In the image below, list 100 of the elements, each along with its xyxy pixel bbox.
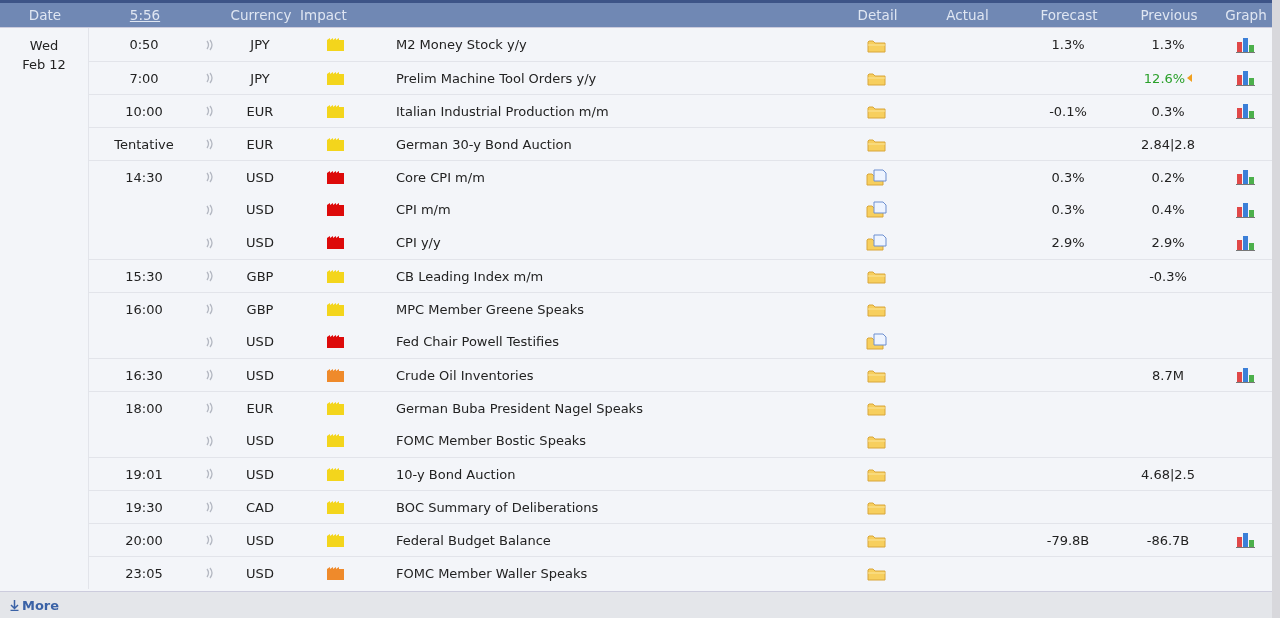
forecast-value: 1.3% [1050, 37, 1086, 52]
weekday: Wed [29, 37, 59, 55]
column-header: Currency [229, 7, 293, 23]
sound-icon[interactable] [206, 236, 214, 249]
folder-icon[interactable] [867, 268, 886, 284]
column-header: Previous [1139, 7, 1199, 23]
event-name[interactable]: FOMC Member Waller Speaks [371, 565, 839, 581]
previous-value: 0.2% [1151, 169, 1185, 185]
date: Feb 12 [22, 56, 66, 74]
forecast-value: 0.3% [1050, 169, 1086, 185]
event-time: 18:00 [124, 400, 164, 416]
folder-document-icon[interactable] [866, 234, 887, 251]
bar-chart-icon[interactable] [1235, 36, 1255, 53]
event-name[interactable]: M2 Money Stock y/y [371, 37, 839, 52]
folder-icon[interactable] [867, 400, 886, 416]
sound-icon[interactable] [206, 501, 214, 513]
folder-icon[interactable] [867, 466, 886, 482]
sound-icon[interactable] [206, 270, 214, 282]
currency: USD [245, 565, 275, 581]
event-time: 15:30 [124, 268, 164, 284]
event-name[interactable]: FOMC Member Bostic Speaks [371, 433, 839, 448]
sound-icon[interactable] [206, 468, 214, 480]
event-name[interactable]: CPI m/m [371, 202, 839, 217]
event-time: 16:00 [124, 301, 164, 317]
more-link[interactable]: More [10, 597, 60, 613]
sound-icon[interactable] [206, 303, 214, 315]
sound-icon[interactable] [206, 72, 214, 84]
folder-icon[interactable] [867, 499, 886, 515]
event-time: 10:00 [124, 103, 164, 119]
event-time: 19:30 [124, 499, 164, 515]
sound-icon[interactable] [206, 105, 214, 117]
currency: USD [245, 169, 275, 185]
event-name[interactable]: 10-y Bond Auction [371, 466, 839, 482]
currency: USD [245, 433, 275, 448]
column-header: Graph [1224, 7, 1268, 23]
sound-icon[interactable] [206, 203, 214, 216]
previous-value: 2.9% [1151, 235, 1185, 250]
forecast-value: 0.3% [1050, 202, 1086, 217]
event-name[interactable]: Crude Oil Inventories [371, 367, 839, 383]
bar-chart-icon[interactable] [1235, 201, 1255, 218]
download-icon [10, 599, 19, 611]
forecast-value: 2.9% [1050, 235, 1086, 250]
sound-icon[interactable] [206, 335, 214, 348]
bar-chart-icon[interactable] [1235, 532, 1255, 548]
sound-icon[interactable] [206, 402, 214, 414]
sound-icon[interactable] [206, 434, 214, 447]
previous-value: 4.68|2.5 [1141, 466, 1195, 482]
folder-icon[interactable] [867, 367, 886, 383]
folder-icon[interactable] [867, 532, 886, 548]
event-name[interactable]: CPI y/y [371, 235, 839, 250]
bar-chart-icon[interactable] [1235, 103, 1255, 119]
currency: EUR [245, 400, 275, 416]
previous-value: -86.7B [1146, 532, 1190, 548]
currency: CAD [245, 499, 275, 515]
currency: GBP [245, 301, 275, 317]
currency: JPY [248, 37, 271, 52]
sound-icon[interactable] [206, 534, 214, 546]
sound-icon[interactable] [206, 369, 214, 381]
folder-icon[interactable] [867, 565, 886, 581]
column-header: Impact [300, 7, 348, 23]
previous-value: -0.3% [1149, 268, 1187, 284]
folder-icon[interactable] [867, 103, 886, 119]
previous-value: 12.6% [1143, 70, 1186, 86]
event-name[interactable]: German 30-y Bond Auction [371, 136, 839, 152]
folder-document-icon[interactable] [866, 333, 887, 350]
currency: USD [245, 334, 275, 349]
sound-icon[interactable] [206, 567, 214, 579]
event-time: 7:00 [128, 70, 160, 86]
bar-chart-icon[interactable] [1235, 70, 1255, 86]
bar-chart-icon[interactable] [1235, 367, 1255, 383]
currency: USD [245, 532, 275, 548]
sound-icon[interactable] [206, 138, 214, 150]
event-time: 16:30 [124, 367, 164, 383]
event-name[interactable]: BOC Summary of Deliberations [371, 499, 839, 515]
folder-document-icon[interactable] [866, 201, 887, 218]
currency: USD [245, 235, 275, 250]
previous-value: 2.84|2.8 [1141, 136, 1195, 152]
event-name[interactable]: German Buba President Nagel Speaks [371, 400, 839, 416]
folder-icon[interactable] [867, 301, 886, 317]
sound-icon[interactable] [206, 38, 214, 51]
event-time: 0:50 [128, 37, 160, 52]
folder-document-icon[interactable] [866, 168, 887, 186]
event-name[interactable]: Prelim Machine Tool Orders y/y [371, 70, 839, 86]
event-name[interactable]: Federal Budget Balance [371, 532, 839, 548]
column-header: Detail [856, 7, 899, 23]
event-name[interactable]: MPC Member Greene Speaks [371, 301, 839, 317]
event-name[interactable]: Fed Chair Powell Testifies [371, 334, 839, 349]
currency: USD [245, 367, 275, 383]
bar-chart-icon[interactable] [1235, 169, 1255, 185]
folder-icon[interactable] [867, 70, 886, 86]
currency: EUR [245, 136, 275, 152]
currency: EUR [245, 103, 275, 119]
bar-chart-icon[interactable] [1235, 234, 1255, 251]
sound-icon[interactable] [206, 171, 214, 183]
revised-icon [1187, 74, 1193, 82]
event-name[interactable]: Italian Industrial Production m/m [371, 103, 839, 119]
event-name[interactable]: CB Leading Index m/m [371, 268, 839, 284]
previous-value: 0.4% [1151, 202, 1185, 217]
event-name[interactable]: Core CPI m/m [371, 169, 839, 185]
folder-icon[interactable] [867, 136, 886, 152]
